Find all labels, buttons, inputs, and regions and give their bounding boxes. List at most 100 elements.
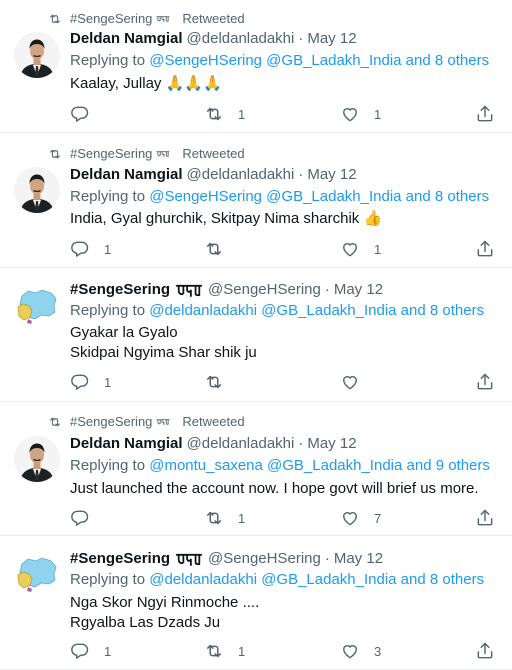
tweet-text: Gyakar la Gyalo	[70, 324, 178, 341]
author-handle[interactable]: @deldanladakhi	[187, 435, 295, 452]
retweet-icon	[207, 644, 221, 658]
like-count: 1	[374, 241, 382, 257]
replying-to-label: Replying to	[70, 457, 146, 474]
tweet-header: Deldan Namgial @deldanladakhi · May 12	[70, 30, 357, 47]
replying-to-label: Replying to	[70, 52, 146, 69]
avatar[interactable]	[14, 167, 60, 213]
author-handle[interactable]: @SengeHSering	[208, 281, 321, 298]
retweeter-name[interactable]: #SengeSering	[70, 11, 152, 26]
separator-dot: ·	[298, 30, 304, 47]
author-name[interactable]: Deldan Namgial	[70, 30, 183, 47]
retweet-button[interactable]	[204, 372, 238, 392]
like-icon	[343, 108, 357, 122]
timeline: #SengeSering Retweeted Deldan Namgial @deld…	[0, 0, 512, 670]
retweet-button[interactable]: 1	[204, 104, 245, 124]
avatar[interactable]	[14, 32, 60, 78]
replying-to-label: Replying to	[70, 188, 146, 205]
retweet-button[interactable]	[204, 239, 238, 259]
tibetan-script	[156, 15, 170, 22]
tweet-text: India, Gyal ghurchik, Skitpay Nima sharc…	[70, 210, 383, 227]
replying-to: Replying to @SengeHSering @GB_Ladakh_Ind…	[70, 188, 489, 205]
reply-count: 1	[104, 241, 112, 257]
retweet-button[interactable]: 1	[204, 641, 245, 661]
author-name[interactable]: #SengeSering	[70, 281, 204, 298]
retweet-count: 1	[238, 106, 246, 122]
reply-icon	[71, 106, 89, 122]
replying-to-mentions[interactable]: @SengeHSering @GB_Ladakh_India and 8 oth…	[149, 188, 489, 205]
replying-to-mentions[interactable]: @deldanladakhi @GB_Ladakh_India and 8 ot…	[149, 571, 484, 588]
retweeter-name[interactable]: #SengeSering	[70, 414, 152, 429]
replying-to-mentions[interactable]: @SengeHSering @GB_Ladakh_India and 8 oth…	[149, 52, 489, 69]
retweet-icon	[207, 375, 221, 389]
tibetan-script	[156, 150, 170, 157]
replying-to: Replying to @SengeHSering @GB_Ladakh_Ind…	[70, 52, 489, 69]
share-button[interactable]	[475, 372, 495, 392]
tweet-text: Skidpai Ngyima Shar shik ju	[70, 344, 257, 361]
like-button[interactable]: 1	[340, 239, 381, 259]
reply-button[interactable]	[70, 104, 104, 124]
retweeted-label: Retweeted	[182, 11, 245, 26]
retweeted-label: Retweeted	[182, 414, 245, 429]
tweet-timestamp[interactable]: May 12	[334, 281, 383, 298]
reply-button[interactable]: 1	[70, 239, 111, 259]
like-icon	[343, 243, 357, 257]
tweet[interactable]: #SengeSering Retweeted Deldan Namgial @deld…	[0, 133, 512, 268]
like-icon	[343, 645, 357, 659]
replying-to: Replying to @montu_saxena @GB_Ladakh_Ind…	[70, 457, 490, 474]
like-count: 3	[374, 643, 382, 659]
author-name[interactable]: Deldan Namgial	[70, 166, 183, 183]
share-button[interactable]	[475, 508, 495, 528]
reply-button[interactable]: 1	[70, 372, 111, 392]
replying-to: Replying to @deldanladakhi @GB_Ladakh_In…	[70, 302, 484, 319]
avatar[interactable]	[14, 436, 60, 482]
share-icon	[477, 642, 493, 659]
replying-to-mentions[interactable]: @deldanladakhi @GB_Ladakh_India and 8 ot…	[149, 302, 484, 319]
tweet-timestamp[interactable]: May 12	[307, 166, 356, 183]
tweet-timestamp[interactable]: May 12	[307, 30, 356, 47]
author-name[interactable]: Deldan Namgial	[70, 435, 183, 452]
reply-button[interactable]	[70, 508, 104, 528]
tibetan-script	[175, 284, 203, 297]
author-handle[interactable]: @deldanladakhi	[187, 166, 295, 183]
like-icon	[343, 376, 357, 390]
like-button[interactable]	[340, 372, 374, 392]
author-name-text: #SengeSering	[70, 550, 171, 567]
like-button[interactable]: 1	[340, 104, 381, 124]
like-count: 1	[374, 106, 382, 122]
reply-count: 1	[104, 643, 112, 659]
replying-to-label: Replying to	[70, 571, 146, 588]
tweet[interactable]: #SengeSering @SengeHSering · May 12 Replying…	[0, 536, 512, 670]
author-handle[interactable]: @deldanladakhi	[187, 30, 295, 47]
tweet-timestamp[interactable]: May 12	[334, 550, 383, 567]
avatar[interactable]	[14, 281, 60, 327]
share-button[interactable]	[475, 239, 495, 259]
tweet-header: Deldan Namgial @deldanladakhi · May 12	[70, 435, 357, 452]
retweeter-name[interactable]: #SengeSering	[70, 146, 152, 161]
replying-to: Replying to @deldanladakhi @GB_Ladakh_In…	[70, 571, 484, 588]
replying-to-mentions[interactable]: @montu_saxena @GB_Ladakh_India and 9 oth…	[149, 457, 490, 474]
tweet[interactable]: #SengeSering @SengeHSering · May 12 Replying…	[0, 268, 512, 402]
separator-dot: ·	[324, 550, 330, 567]
share-button[interactable]	[475, 641, 495, 661]
tweet-actions: 11	[60, 239, 500, 263]
like-count: 7	[374, 510, 382, 526]
tweet[interactable]: #SengeSering Retweeted Deldan Namgial @deld…	[0, 0, 512, 133]
separator-dot: ·	[324, 281, 330, 298]
tweet-timestamp[interactable]: May 12	[307, 435, 356, 452]
reply-icon	[71, 241, 89, 257]
share-icon	[477, 373, 493, 390]
like-button[interactable]: 7	[340, 508, 381, 528]
author-name[interactable]: #SengeSering	[70, 550, 204, 567]
reply-button[interactable]: 1	[70, 641, 111, 661]
retweet-icon	[50, 417, 60, 426]
share-button[interactable]	[475, 104, 495, 124]
share-icon	[477, 105, 493, 122]
author-name-text: Deldan Namgial	[70, 435, 183, 452]
like-button[interactable]: 3	[340, 641, 381, 661]
retweeted-by: #SengeSering Retweeted	[48, 414, 245, 429]
retweet-button[interactable]: 1	[204, 508, 245, 528]
avatar[interactable]	[14, 549, 60, 595]
author-handle[interactable]: @SengeHSering	[208, 550, 321, 567]
tweet[interactable]: #SengeSering Retweeted Deldan Namgial @deld…	[0, 402, 512, 536]
tweet-header: #SengeSering @SengeHSering · May 12	[70, 281, 383, 298]
